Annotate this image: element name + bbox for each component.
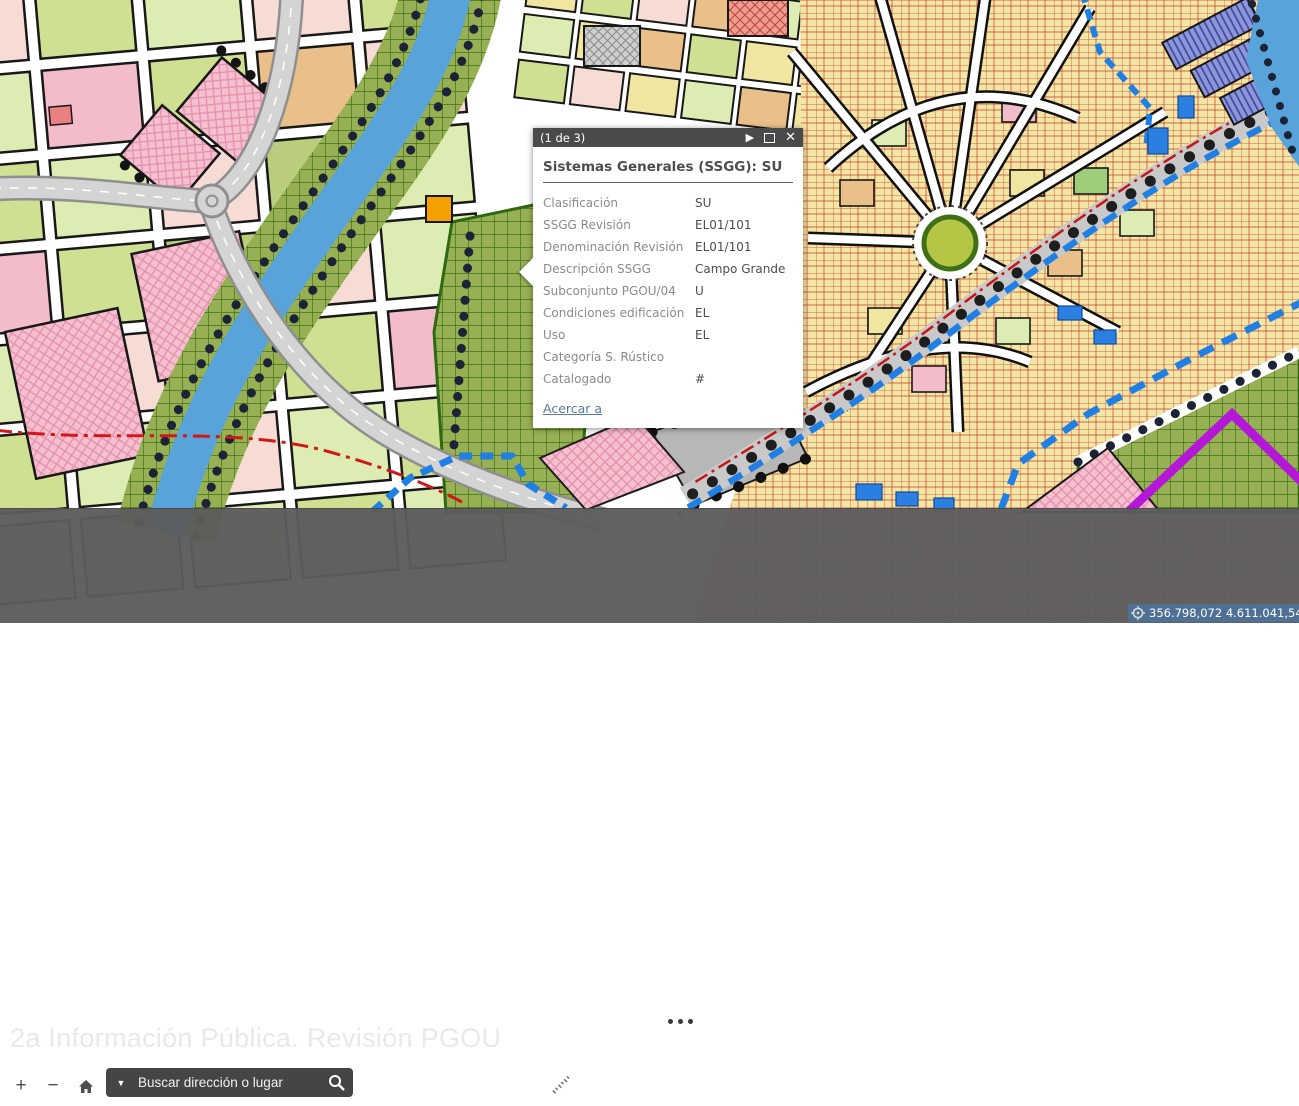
field-row: Subconjunto PGOU/04U (543, 280, 793, 302)
panel-drag-handle[interactable] (668, 1019, 693, 1024)
basemap-grid-icon (495, 1071, 522, 1098)
measure-button[interactable] (546, 1071, 574, 1099)
close-icon[interactable]: ✕ (785, 128, 796, 147)
search-dropdown-icon[interactable]: ▼ (106, 1078, 136, 1088)
popup-title: Sistemas Generales (SSGG): SU (543, 156, 793, 183)
measure-ruler-icon (546, 1071, 578, 1103)
map-title: 2a Información Pública. Revisión PGOU (10, 1023, 501, 1054)
feature-popup: (1 de 3) ▶ ✕ Sistemas Generales (SSGG): … (533, 128, 803, 428)
popup-body: Sistemas Generales (SSGG): SU Clasificac… (533, 147, 803, 428)
zoom-to-link[interactable]: Acercar a (543, 401, 602, 416)
layers-button[interactable] (441, 1071, 469, 1099)
field-row: ClasificaciónSU (543, 192, 793, 214)
more-tools-icon[interactable] (362, 1074, 366, 1094)
home-icon (78, 1079, 94, 1094)
field-row: SSGG RevisiónEL01/101 (543, 214, 793, 236)
home-button[interactable] (72, 1072, 100, 1100)
legend-icon (389, 1071, 415, 1097)
maximize-icon[interactable] (764, 133, 775, 143)
search-icon[interactable] (319, 1074, 353, 1091)
bottom-bar: 2a Información Pública. Revisión PGOU + … (0, 508, 1299, 623)
popup-fields: ClasificaciónSU SSGG RevisiónEL01/101 De… (543, 192, 793, 390)
search-widget: ▼ (106, 1068, 353, 1097)
next-feature-icon[interactable]: ▶ (746, 128, 754, 147)
zoom-in-button[interactable]: + (7, 1072, 35, 1100)
field-row: Categoría S. Rústico (543, 346, 793, 368)
field-row: UsoEL (543, 324, 793, 346)
coordinate-readout: 356.798,072 4.611.041,54 (1149, 606, 1299, 620)
field-row: Catalogado# (543, 368, 793, 390)
popup-pagination: (1 de 3) (540, 131, 585, 145)
field-row: Denominación RevisiónEL01/101 (543, 236, 793, 258)
search-input[interactable] (136, 1074, 319, 1091)
field-row: Condiciones edificaciónEL (543, 302, 793, 324)
legend-button[interactable] (388, 1071, 416, 1099)
popup-pointer (519, 258, 533, 286)
coordinate-widget: 356.798,072 4.611.041,54 (1128, 604, 1299, 622)
layers-icon (441, 1071, 469, 1099)
zoom-out-button[interactable]: − (39, 1072, 67, 1100)
popup-header: (1 de 3) ▶ ✕ (533, 128, 803, 147)
crosshair-icon[interactable] (1131, 606, 1145, 620)
field-row: Descripción SSGGCampo Grande (543, 258, 793, 280)
basemap-gallery-button[interactable] (494, 1071, 522, 1099)
